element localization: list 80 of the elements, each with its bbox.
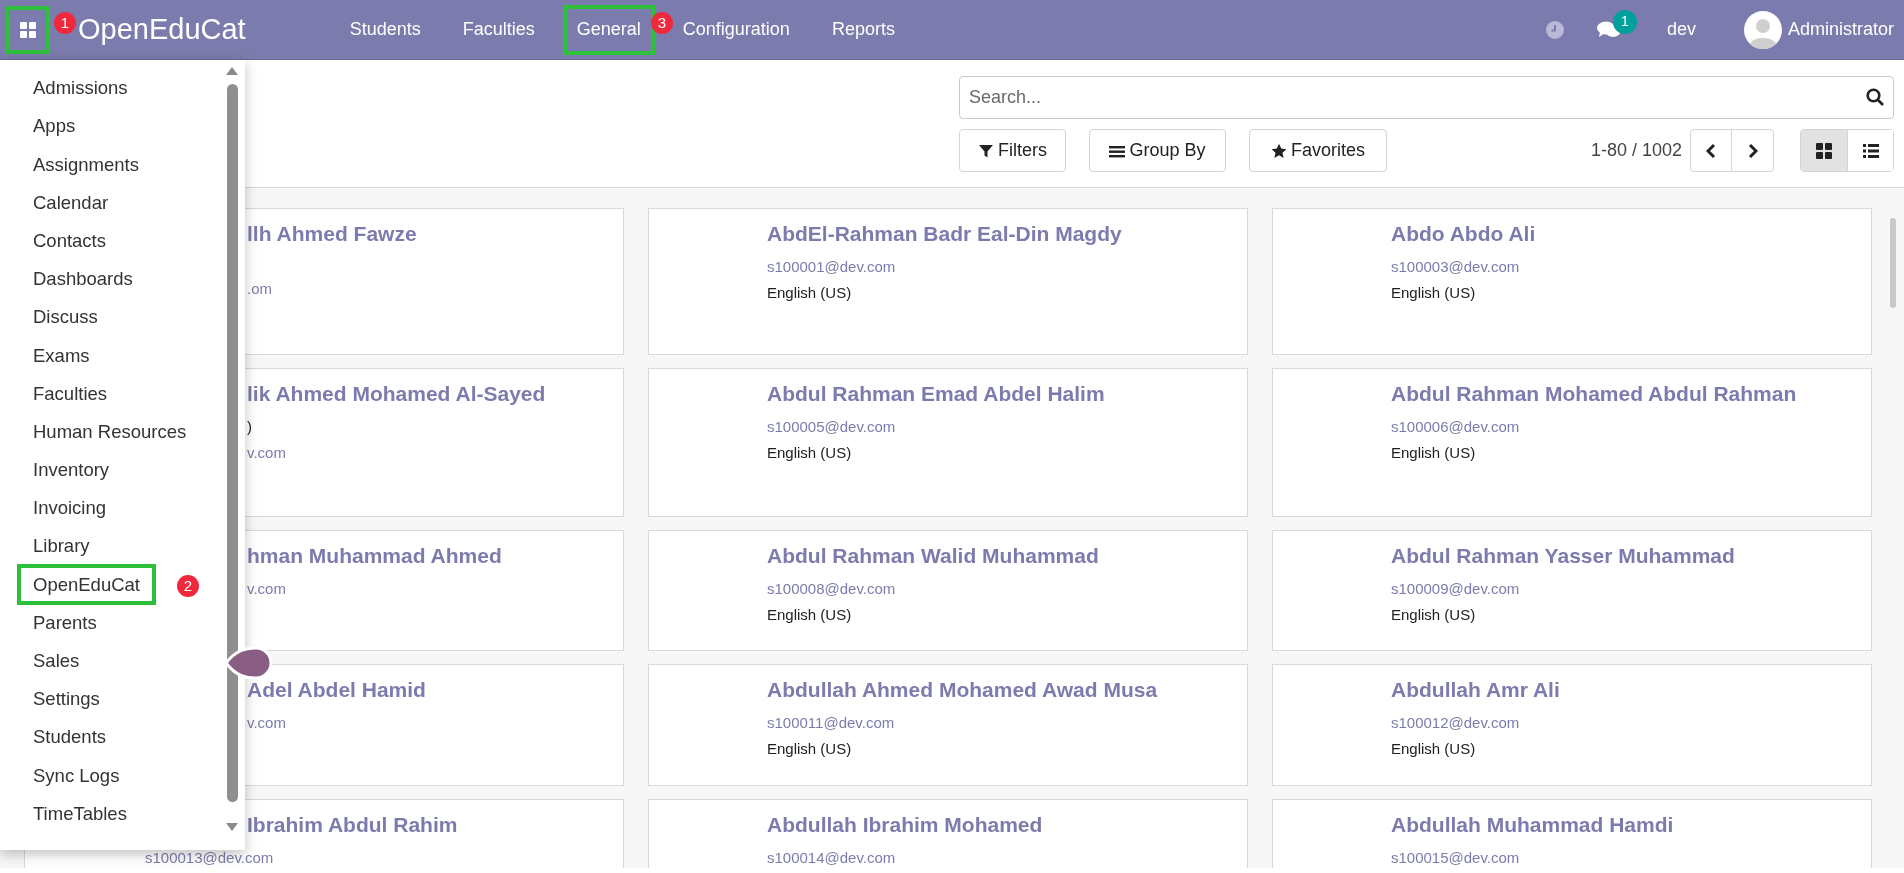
app-menu-button[interactable]: [5, 5, 50, 54]
scrollbar-thumb[interactable]: [227, 84, 238, 802]
record-card[interactable]: Abdul Rahman Yasser Muhammad s100009@dev.com English (US): [1272, 530, 1872, 651]
card-email: s100013@dev.com: [145, 849, 274, 866]
record-card[interactable]: Abdullah Ahmed Mohamed Awad Musa s100011@dev.com English (US): [648, 664, 1248, 786]
card-title: Abdul Rahman Mohamed Abdul Rahman: [1391, 382, 1797, 405]
card-title: Abdullah Ibrahim Mohamed: [767, 813, 1043, 836]
grid-icon: [19, 21, 36, 38]
user-name[interactable]: Administrator: [1787, 16, 1894, 43]
card-email: s100009@dev.com: [1391, 580, 1520, 597]
grid-icon: [1816, 142, 1832, 159]
menu-item[interactable]: Students: [335, 4, 435, 55]
record-card[interactable]: Abdul Rahman Walid Muhammad s100008@dev.com English (US): [648, 530, 1248, 651]
record-card[interactable]: Abdullah Muhammad Hamdi s100015@dev.com: [1272, 799, 1872, 868]
card-title: Abdullah Ahmed Mohamed Awad Musa: [767, 678, 1158, 701]
card-email: v.com: [247, 580, 286, 597]
card-title: lik Ahmed Mohamed Al-Sayed: [247, 382, 546, 405]
card-language: English (US): [1391, 740, 1476, 757]
card-email: v.com: [247, 444, 286, 461]
list-icon: [1862, 142, 1879, 159]
toolbar-button[interactable]: Filters: [959, 129, 1066, 172]
card-title: Abdo Abdo Ali: [1391, 222, 1536, 245]
card-title: llh Ahmed Fawze: [247, 222, 417, 245]
menu-item[interactable]: Faculties: [448, 4, 549, 55]
card-email: s100003@dev.com: [1391, 258, 1520, 275]
scrollbar[interactable]: [1890, 218, 1896, 308]
record-card[interactable]: Abdullah Amr Ali s100012@dev.com English (US): [1272, 664, 1872, 786]
card-language: English (US): [1391, 606, 1476, 623]
toolbar-button[interactable]: Group By: [1089, 129, 1226, 172]
view-switch-button[interactable]: [1801, 130, 1847, 171]
card-title: Abdullah Amr Ali: [1391, 678, 1560, 701]
card-title: Abdul Rahman Emad Abdel Halim: [767, 382, 1105, 405]
card-email: s100006@dev.com: [1391, 418, 1520, 435]
card-title: Abdul Rahman Walid Muhammad: [767, 544, 1099, 567]
card-email: s100015@dev.com: [1391, 849, 1520, 866]
brand-logo[interactable]: OpenEduCat: [78, 7, 246, 52]
filter-icon: [978, 142, 994, 159]
toolbar-button[interactable]: Favorites: [1249, 129, 1387, 172]
card-title: Abdul Rahman Yasser Muhammad: [1391, 544, 1735, 567]
view-switch-button[interactable]: [1847, 130, 1893, 171]
card-email: .om: [247, 280, 272, 297]
card-title: AbdEl-Rahman Badr Eal-Din Magdy: [767, 222, 1122, 245]
card-email: s100005@dev.com: [767, 418, 896, 435]
card-title: Adel Abdel Hamid: [247, 678, 426, 701]
card-language: ): [247, 418, 252, 435]
card-email: s100012@dev.com: [1391, 714, 1520, 731]
card-language: English (US): [1391, 284, 1476, 301]
record-card[interactable]: Abdul Rahman Mohamed Abdul Rahman s100006@dev.com English (US): [1272, 368, 1872, 517]
card-title: hman Muhammad Ahmed: [247, 544, 502, 567]
card-email: s100008@dev.com: [767, 580, 896, 597]
record-card[interactable]: Abdo Abdo Ali s100003@dev.com English (US): [1272, 208, 1872, 355]
card-language: English (US): [767, 740, 852, 757]
record-card[interactable]: Abdullah Ibrahim Mohamed s100014@dev.com: [648, 799, 1248, 868]
card-email: s100014@dev.com: [767, 849, 896, 866]
record-card[interactable]: AbdEl-Rahman Badr Eal-Din Magdy s100001@dev.com English (US): [648, 208, 1248, 355]
app-menu-item[interactable]: OpenEduCat: [17, 563, 156, 606]
scroll-down-icon: [224, 822, 240, 832]
card-language: English (US): [767, 284, 852, 301]
star-icon: [1271, 142, 1287, 159]
clock-icon: [1544, 19, 1565, 40]
card-email: s100011@dev.com: [767, 714, 895, 731]
card-language: English (US): [767, 606, 852, 623]
card-email: v.com: [247, 714, 286, 731]
database-name: dev: [1666, 18, 1696, 41]
chevron-right-icon: [1747, 142, 1758, 159]
card-email: s100001@dev.com: [767, 258, 896, 275]
card-title: Abdullah Muhammad Hamdi: [1391, 813, 1674, 836]
menu-item[interactable]: General: [562, 4, 655, 55]
scroll-up-icon: [224, 66, 240, 76]
pager-value: 1-80 / 1002: [1590, 139, 1682, 162]
avatar-icon: [1743, 10, 1782, 49]
card-language: English (US): [1391, 444, 1476, 461]
card-language: English (US): [767, 444, 852, 461]
chevron-left-icon: [1706, 142, 1716, 159]
search-field[interactable]: Search...: [959, 76, 1894, 119]
search-icon: [1866, 88, 1884, 106]
menu-item[interactable]: Reports: [817, 4, 909, 55]
notification-badge: 1: [1612, 9, 1637, 34]
record-card[interactable]: Abdul Rahman Emad Abdel Halim s100005@dev.com English (US): [648, 368, 1248, 517]
card-title: Ibrahim Abdul Rahim: [247, 813, 458, 836]
